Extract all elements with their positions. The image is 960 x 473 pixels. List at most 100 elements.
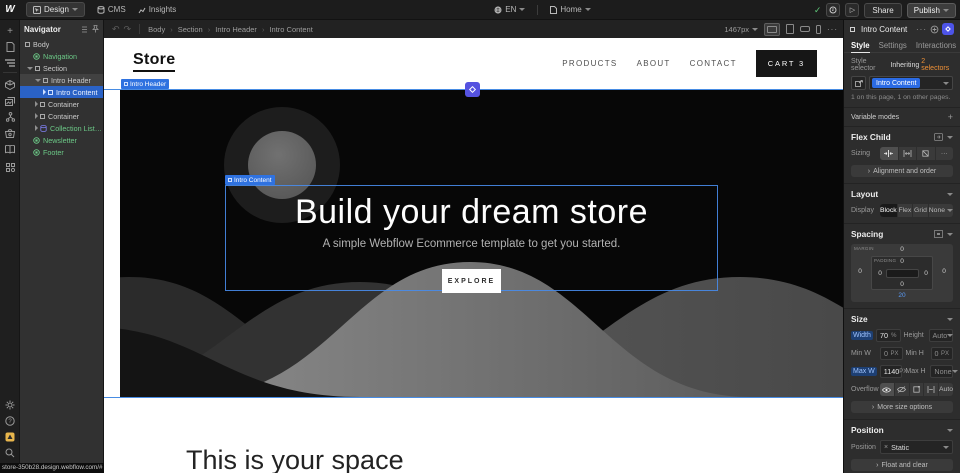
class-pill[interactable]: Intro Content bbox=[872, 78, 920, 88]
search-icon[interactable] bbox=[0, 446, 20, 460]
collapse-section-icon[interactable] bbox=[947, 233, 953, 236]
min-height-unit[interactable]: PX bbox=[941, 351, 949, 357]
nav-link-about[interactable]: ABOUT bbox=[637, 59, 671, 68]
overflow-clip-icon[interactable] bbox=[924, 383, 939, 396]
margin-right-value[interactable]: 0 bbox=[942, 268, 946, 275]
expand-caret-icon[interactable] bbox=[35, 113, 38, 119]
min-height-input[interactable]: 0PX bbox=[931, 347, 954, 360]
display-grid-option[interactable]: Grid bbox=[913, 204, 929, 217]
breadcrumb-item[interactable]: Intro Header bbox=[215, 25, 257, 34]
sizing-none-icon[interactable] bbox=[917, 147, 936, 160]
max-width-input[interactable]: 1140PX bbox=[880, 365, 903, 378]
sizing-more-icon[interactable]: ··· bbox=[936, 147, 954, 160]
overflow-scroll-icon[interactable] bbox=[910, 383, 925, 396]
alignment-order-button[interactable]: › Alignment and order bbox=[851, 165, 953, 177]
padding-top-value[interactable]: 0 bbox=[900, 258, 904, 265]
more-breakpoints-icon[interactable]: ··· bbox=[827, 25, 838, 34]
intro-header-selection-tag[interactable]: Intro Header bbox=[121, 79, 169, 89]
collapse-section-icon[interactable] bbox=[947, 193, 953, 196]
variable-modes-row[interactable]: Variable modes + bbox=[844, 108, 960, 127]
breakpoint-phone-landscape-icon[interactable] bbox=[800, 26, 810, 32]
apps-icon[interactable] bbox=[0, 160, 20, 174]
display-block-option[interactable]: Block bbox=[880, 204, 898, 217]
tree-item-newsletter[interactable]: Newsletter bbox=[20, 134, 103, 146]
store-logo[interactable]: Store bbox=[133, 51, 175, 72]
nav-link-products[interactable]: PRODUCTS bbox=[562, 59, 617, 68]
canvas-width-selector[interactable]: 1467px bbox=[724, 25, 758, 34]
expand-caret-icon[interactable] bbox=[43, 89, 46, 95]
comments-button[interactable] bbox=[826, 3, 840, 17]
component-create-icon[interactable] bbox=[930, 25, 939, 34]
tree-item-container[interactable]: Container bbox=[20, 110, 103, 122]
breakpoint-tablet-icon[interactable] bbox=[786, 24, 794, 34]
cart-button[interactable]: CART 3 bbox=[756, 50, 817, 77]
width-input[interactable]: 70% bbox=[876, 329, 901, 342]
next-section-heading[interactable]: This is your space bbox=[186, 445, 404, 473]
language-selector[interactable]: EN bbox=[494, 5, 525, 14]
breadcrumb-item[interactable]: Intro Content bbox=[269, 25, 312, 34]
explore-button[interactable]: EXPLORE bbox=[442, 269, 501, 293]
expand-caret-icon[interactable] bbox=[27, 67, 33, 70]
tree-item-collection-list[interactable]: Collection List Wra... bbox=[20, 122, 103, 134]
share-button[interactable]: Share bbox=[864, 3, 901, 18]
margin-top-value[interactable]: 0 bbox=[900, 246, 904, 253]
section-handle[interactable] bbox=[465, 82, 480, 97]
collapse-section-icon[interactable] bbox=[947, 429, 953, 432]
tab-interactions[interactable]: Interactions bbox=[916, 41, 956, 50]
collapse-section-icon[interactable] bbox=[947, 136, 953, 139]
variables-icon[interactable] bbox=[0, 110, 20, 124]
add-variable-mode-icon[interactable]: + bbox=[948, 112, 953, 122]
element-more-icon[interactable]: ··· bbox=[916, 25, 927, 34]
hero-heading[interactable]: Build your dream store bbox=[225, 193, 718, 232]
add-elements-icon[interactable]: + bbox=[0, 24, 20, 38]
help-icon[interactable]: ? bbox=[0, 414, 20, 428]
tab-settings[interactable]: Settings bbox=[879, 41, 907, 50]
collapse-section-icon[interactable] bbox=[947, 318, 953, 321]
tree-item-navigation[interactable]: Navigation bbox=[20, 50, 103, 62]
design-mode-button[interactable]: Design bbox=[26, 2, 85, 17]
overflow-visible-eye-icon[interactable] bbox=[880, 383, 895, 396]
pin-icon[interactable] bbox=[92, 25, 99, 33]
components-icon[interactable] bbox=[0, 78, 20, 92]
clear-position-icon[interactable]: × bbox=[884, 444, 888, 451]
publish-button[interactable]: Publish bbox=[907, 3, 956, 18]
float-clear-button[interactable]: › Float and clear bbox=[851, 459, 953, 471]
margin-bottom-value[interactable]: 20 bbox=[898, 292, 905, 299]
navigator-icon[interactable] bbox=[0, 56, 20, 70]
nav-link-contact[interactable]: CONTACT bbox=[690, 59, 737, 68]
expand-caret-icon[interactable] bbox=[35, 79, 41, 82]
sizing-grow-icon[interactable] bbox=[899, 147, 918, 160]
overflow-auto-option[interactable]: Auto bbox=[939, 383, 953, 396]
tree-item-container[interactable]: Container bbox=[20, 98, 103, 110]
assets-icon[interactable] bbox=[0, 94, 20, 108]
width-unit[interactable]: % bbox=[891, 333, 896, 339]
breakpoint-phone-portrait-icon[interactable] bbox=[816, 25, 821, 34]
max-height-input[interactable]: None bbox=[930, 365, 953, 378]
tree-item-intro-content[interactable]: Intro Content bbox=[20, 86, 103, 98]
undo-icon[interactable]: ↶ bbox=[112, 24, 120, 35]
preview-button[interactable]: ▷ bbox=[845, 3, 859, 17]
expand-caret-icon[interactable] bbox=[35, 101, 38, 107]
webflow-logo-icon[interactable]: W bbox=[0, 4, 20, 15]
page-selector[interactable]: Home bbox=[550, 5, 590, 14]
cms-button[interactable]: CMS bbox=[97, 5, 126, 14]
display-flex-option[interactable]: Flex bbox=[898, 204, 914, 217]
breakpoint-desktop-icon[interactable] bbox=[764, 23, 780, 36]
hero-subtitle[interactable]: A simple Webflow Ecommerce template to g… bbox=[225, 238, 718, 250]
tree-item-section[interactable]: Section bbox=[20, 62, 103, 74]
element-settings-toggle[interactable] bbox=[942, 23, 954, 35]
collapse-all-icon[interactable] bbox=[81, 26, 88, 33]
breadcrumb-item[interactable]: Body bbox=[148, 25, 165, 34]
margin-left-value[interactable]: 0 bbox=[858, 268, 862, 275]
tree-item-intro-header[interactable]: Intro Header bbox=[20, 74, 103, 86]
audit-panel-icon[interactable] bbox=[0, 430, 20, 444]
position-dropdown[interactable]: × Static bbox=[880, 440, 953, 454]
settings-gear-icon[interactable] bbox=[0, 398, 20, 412]
selectors-count[interactable]: 2 selectors bbox=[921, 58, 953, 72]
tree-item-footer[interactable]: Footer bbox=[20, 146, 103, 158]
breadcrumb-item[interactable]: Section bbox=[178, 25, 203, 34]
overflow-hidden-eye-off-icon[interactable] bbox=[895, 383, 910, 396]
redo-icon[interactable]: ↷ bbox=[124, 24, 132, 35]
padding-left-value[interactable]: 0 bbox=[878, 270, 882, 277]
ecommerce-icon[interactable] bbox=[0, 126, 20, 140]
